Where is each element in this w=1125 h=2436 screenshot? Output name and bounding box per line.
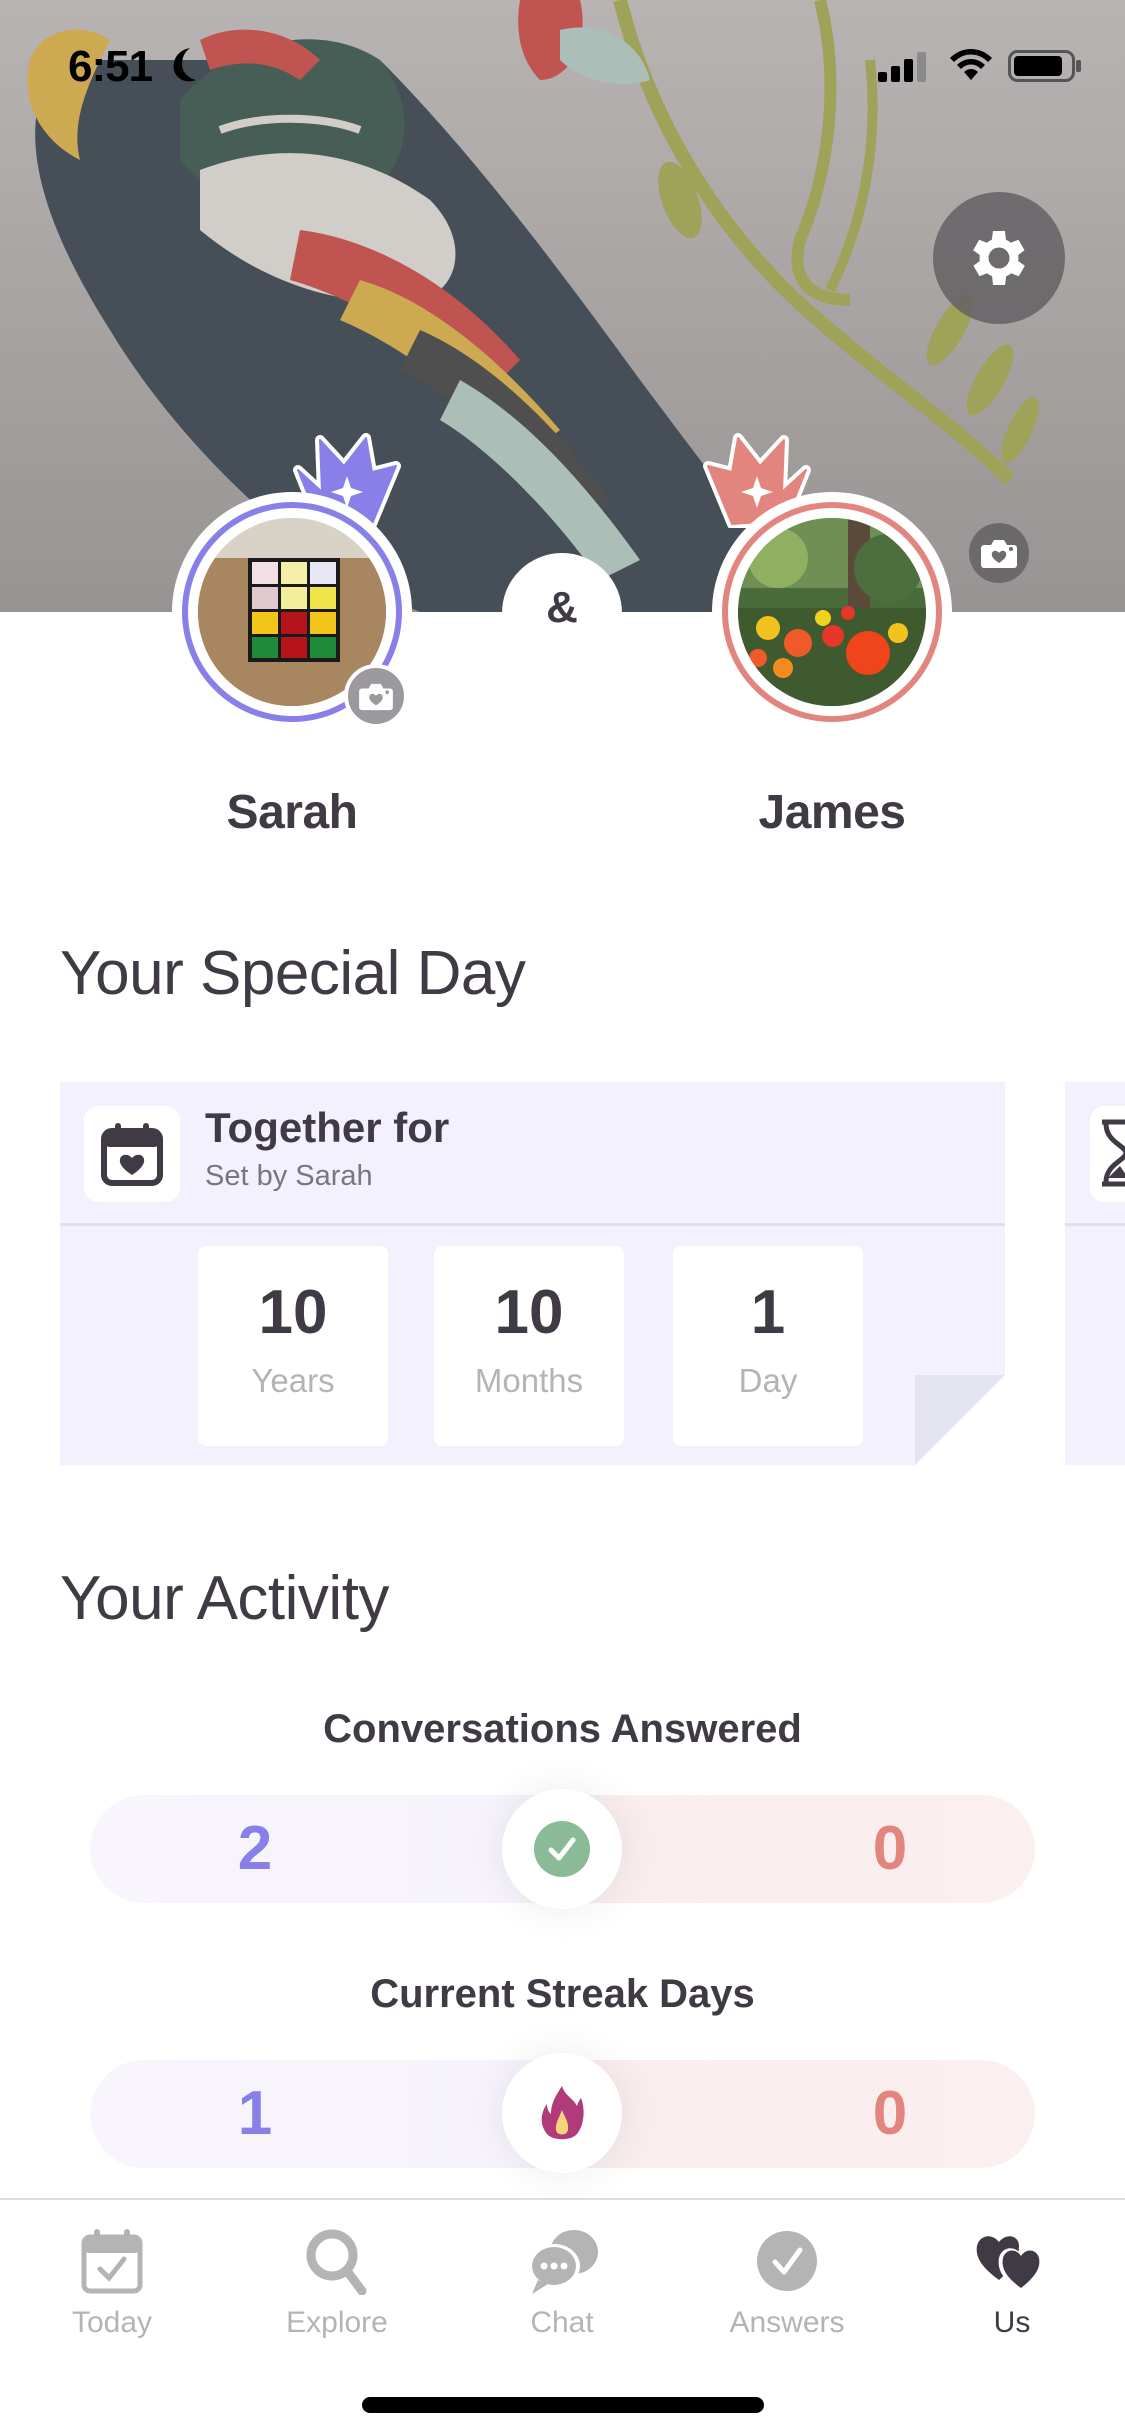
wifi-icon bbox=[950, 49, 992, 80]
avatar-photo bbox=[738, 518, 926, 706]
card-header bbox=[1065, 1082, 1125, 1226]
stat-value-sarah: 2 bbox=[237, 1814, 273, 1883]
gear-icon bbox=[973, 231, 1025, 285]
count-value: 1 bbox=[750, 1278, 786, 1347]
flower-garden-photo bbox=[738, 518, 926, 706]
partner-avatar-sarah[interactable] bbox=[172, 433, 412, 732]
activity-heading: Your Activity bbox=[60, 1564, 389, 1633]
count-months: 10 Months bbox=[434, 1246, 624, 1446]
moon-icon bbox=[173, 48, 196, 82]
camera-heart-icon bbox=[359, 683, 393, 711]
tab-label: Us bbox=[993, 2306, 1031, 2339]
stat-label-streak: Current Streak Days bbox=[370, 1972, 755, 2016]
hourglass-icon bbox=[1102, 1119, 1125, 1187]
stat-badge bbox=[502, 1789, 622, 1909]
card-header: Together for Set by Sarah bbox=[60, 1082, 1005, 1226]
tab-today[interactable]: Today bbox=[27, 2224, 197, 2354]
together-for-card[interactable]: Together for Set by Sarah 10 Years 10 Mo… bbox=[60, 1082, 1005, 1465]
stat-value-sarah: 1 bbox=[237, 2079, 273, 2148]
count-years: 10 Years bbox=[198, 1246, 388, 1446]
partner-name-sarah: Sarah bbox=[226, 786, 358, 839]
tab-answers[interactable]: Answers bbox=[702, 2224, 872, 2354]
check-circle-icon bbox=[534, 1821, 590, 1877]
special-day-heading: Your Special Day bbox=[60, 939, 526, 1008]
stat-badge bbox=[502, 2053, 622, 2173]
stat-value-james: 0 bbox=[872, 1814, 908, 1883]
two-hearts-icon bbox=[976, 2236, 1044, 2292]
next-special-day-card[interactable] bbox=[1065, 1082, 1125, 1465]
couple-connector: & bbox=[502, 553, 622, 673]
tab-label: Chat bbox=[530, 2306, 594, 2339]
camera-heart-icon bbox=[981, 540, 1017, 568]
status-bar: 6:51 bbox=[0, 0, 1125, 130]
stat-value-james: 0 bbox=[872, 2079, 908, 2148]
search-icon bbox=[306, 2229, 367, 2295]
cellular-signal-icon bbox=[878, 52, 926, 82]
count-unit: Months bbox=[474, 1362, 584, 1399]
card-subtitle: Set by Sarah bbox=[205, 1160, 373, 1192]
tab-label: Today bbox=[71, 2306, 153, 2339]
tab-us[interactable]: Us bbox=[927, 2224, 1097, 2354]
calendar-heart-icon bbox=[101, 1123, 163, 1186]
settings-button[interactable] bbox=[933, 192, 1065, 324]
partner-avatar-james[interactable] bbox=[703, 433, 952, 732]
tab-label: Answers bbox=[729, 2306, 845, 2339]
card-icon-box bbox=[84, 1106, 180, 1202]
change-avatar-button[interactable] bbox=[344, 664, 408, 728]
count-unit: Years bbox=[251, 1362, 335, 1399]
home-indicator[interactable] bbox=[362, 2397, 764, 2413]
tab-explore[interactable]: Explore bbox=[252, 2224, 422, 2354]
partner-name-james: James bbox=[758, 786, 906, 839]
battery-icon bbox=[1008, 50, 1081, 82]
count-unit: Day bbox=[738, 1362, 798, 1399]
count-value: 10 bbox=[258, 1278, 328, 1347]
card-icon-box bbox=[1090, 1106, 1125, 1202]
status-time: 6:51 bbox=[68, 42, 153, 91]
flame-icon bbox=[541, 2086, 584, 2140]
stat-label-conversations: Conversations Answered bbox=[323, 1707, 802, 1751]
change-cover-photo-button[interactable] bbox=[969, 523, 1029, 583]
count-days: 1 Day bbox=[673, 1246, 863, 1446]
tab-chat[interactable]: Chat bbox=[477, 2224, 647, 2354]
chat-bubbles-icon bbox=[528, 2230, 598, 2294]
card-title: Together for bbox=[205, 1104, 450, 1151]
calendar-check-icon bbox=[81, 2229, 143, 2294]
count-value: 10 bbox=[494, 1278, 564, 1347]
page-curl-decoration bbox=[915, 1375, 1005, 1465]
ampersand-text: & bbox=[546, 583, 578, 632]
tab-label: Explore bbox=[286, 2306, 388, 2339]
check-circle-icon bbox=[757, 2231, 817, 2291]
